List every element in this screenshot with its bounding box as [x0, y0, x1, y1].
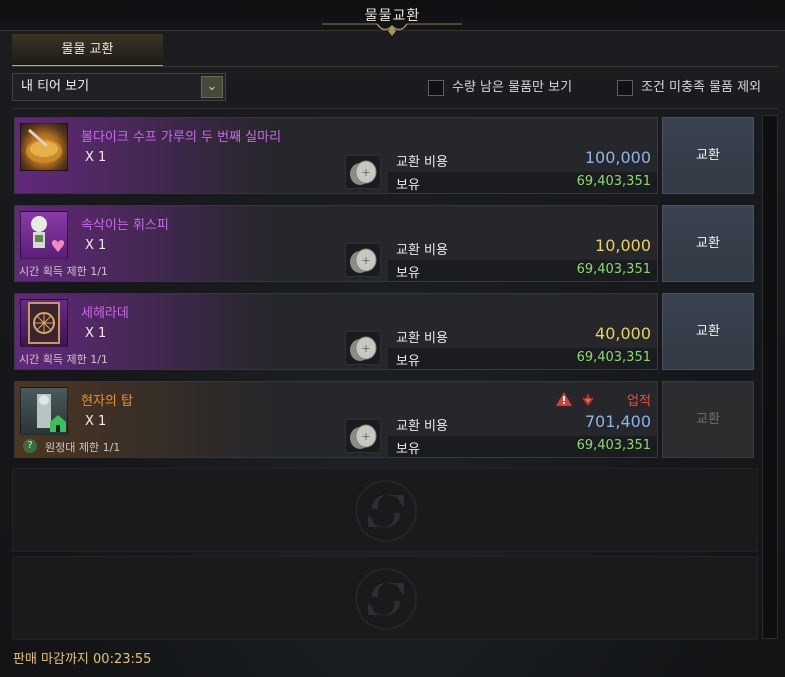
cost-label: 교환 비용	[396, 155, 448, 170]
exchange-button[interactable]: 교환	[662, 117, 754, 194]
warning-icon	[556, 392, 572, 406]
owned-label: 보유	[396, 442, 420, 457]
cost-value: 100,000	[584, 148, 651, 167]
item-quantity: X 1	[85, 326, 107, 341]
cost-value: 10,000	[595, 236, 651, 255]
item-name: 속삭이는 휘스피	[81, 218, 169, 233]
acquisition-limit: 시간 획득 제한 1/1	[19, 353, 108, 366]
owned-bar: 보유 69,403,351	[388, 260, 657, 281]
list-item: 현자의 탑 X 1 ? 원정대 제한 1/1 업적 + 교환 비용 701,40…	[12, 379, 760, 460]
exchange-button-disabled: 교환	[662, 381, 754, 458]
tier-select[interactable]: 내 티어 보기 ⌄	[12, 73, 226, 101]
cost-value: 40,000	[595, 324, 651, 343]
item-card: 속삭이는 휘스피 X 1 시간 획득 제한 1/1 + 교환 비용 10,000…	[14, 205, 658, 282]
whisper-doll-icon	[20, 211, 68, 259]
item-list: 볼다이크 수프 가루의 두 번째 실마리 X 1 + 교환 비용 100,000…	[12, 115, 760, 640]
help-icon[interactable]: ?	[23, 439, 37, 453]
exchange-arrows-icon	[355, 480, 417, 542]
owned-label: 보유	[396, 266, 420, 281]
tier-select-value: 내 티어 보기	[21, 79, 90, 94]
tab-divider	[12, 66, 778, 67]
cost-label: 교환 비용	[396, 331, 448, 346]
coin-icon: +	[345, 419, 381, 453]
item-name: 세헤라데	[81, 306, 129, 321]
item-name: 볼다이크 수프 가루의 두 번째 실마리	[81, 130, 282, 145]
list-item: 세헤라데 X 1 시간 획득 제한 1/1 + 교환 비용 40,000 보유 …	[12, 291, 760, 372]
coin-icon: +	[345, 331, 381, 365]
item-quantity: X 1	[85, 238, 107, 253]
owned-bar: 보유 69,403,351	[388, 436, 657, 457]
remaining-only-checkbox[interactable]: 수량 남은 물품만 보기	[428, 78, 572, 98]
owned-bar: 보유 69,403,351	[388, 172, 657, 193]
soup-bowl-icon	[20, 123, 68, 171]
item-name: 현자의 탑	[81, 394, 133, 409]
owned-label: 보유	[396, 354, 420, 369]
owned-value: 69,403,351	[576, 350, 651, 365]
cost-bar: 교환 비용 40,000	[388, 323, 657, 347]
filter-divider	[12, 108, 778, 109]
svg-text:+: +	[361, 254, 370, 267]
item-card: 볼다이크 수프 가루의 두 번째 실마리 X 1 + 교환 비용 100,000…	[14, 117, 658, 194]
cost-label: 교환 비용	[396, 243, 448, 258]
item-card: 세헤라데 X 1 시간 획득 제한 1/1 + 교환 비용 40,000 보유 …	[14, 293, 658, 370]
checkbox-box[interactable]	[617, 79, 633, 96]
tab-barter[interactable]: 물물 교환	[12, 34, 163, 67]
checkbox-box[interactable]	[428, 79, 444, 96]
cost-bar: 교환 비용 701,400	[388, 411, 657, 435]
achievement-label: 업적	[627, 394, 651, 409]
empty-slot	[12, 468, 758, 552]
card-icon	[20, 299, 68, 347]
exclude-unmet-label: 조건 미충족 물품 제외	[641, 80, 762, 95]
exclude-unmet-checkbox[interactable]: 조건 미충족 물품 제외	[617, 78, 761, 98]
svg-text:+: +	[361, 342, 370, 355]
tower-icon	[20, 387, 68, 435]
exchange-button[interactable]: 교환	[662, 205, 754, 282]
remaining-only-label: 수량 남은 물품만 보기	[452, 80, 573, 95]
owned-value: 69,403,351	[576, 262, 651, 277]
emblem-icon	[582, 393, 594, 406]
coin-icon: +	[345, 243, 381, 277]
owned-label: 보유	[396, 178, 420, 193]
expedition-limit: 원정대 제한 1/1	[45, 441, 121, 454]
chevron-down-icon[interactable]: ⌄	[201, 76, 223, 98]
cost-bar: 교환 비용 10,000	[388, 235, 657, 259]
owned-value: 69,403,351	[576, 438, 651, 453]
title-bar: 물물교환	[0, 0, 785, 36]
item-quantity: X 1	[85, 414, 107, 429]
sale-deadline: 판매 마감까지 00:23:55	[13, 652, 152, 667]
list-item: 볼다이크 수프 가루의 두 번째 실마리 X 1 + 교환 비용 100,000…	[12, 115, 760, 196]
item-card: 현자의 탑 X 1 ? 원정대 제한 1/1 업적 + 교환 비용 701,40…	[14, 381, 658, 458]
owned-value: 69,403,351	[576, 174, 651, 189]
ornament-icon	[322, 23, 462, 36]
cost-value: 701,400	[584, 412, 651, 431]
exchange-arrows-icon	[355, 568, 417, 630]
list-item: 속삭이는 휘스피 X 1 시간 획득 제한 1/1 + 교환 비용 10,000…	[12, 203, 760, 284]
empty-slot	[12, 556, 758, 640]
coin-icon: +	[345, 155, 381, 189]
svg-text:+: +	[361, 430, 370, 443]
scrollbar[interactable]	[762, 115, 778, 639]
item-quantity: X 1	[85, 150, 107, 165]
owned-bar: 보유 69,403,351	[388, 348, 657, 369]
cost-label: 교환 비용	[396, 419, 448, 434]
cost-bar: 교환 비용 100,000	[388, 147, 657, 171]
exchange-button[interactable]: 교환	[662, 293, 754, 370]
acquisition-limit: 시간 획득 제한 1/1	[19, 265, 108, 278]
svg-text:+: +	[361, 166, 370, 179]
